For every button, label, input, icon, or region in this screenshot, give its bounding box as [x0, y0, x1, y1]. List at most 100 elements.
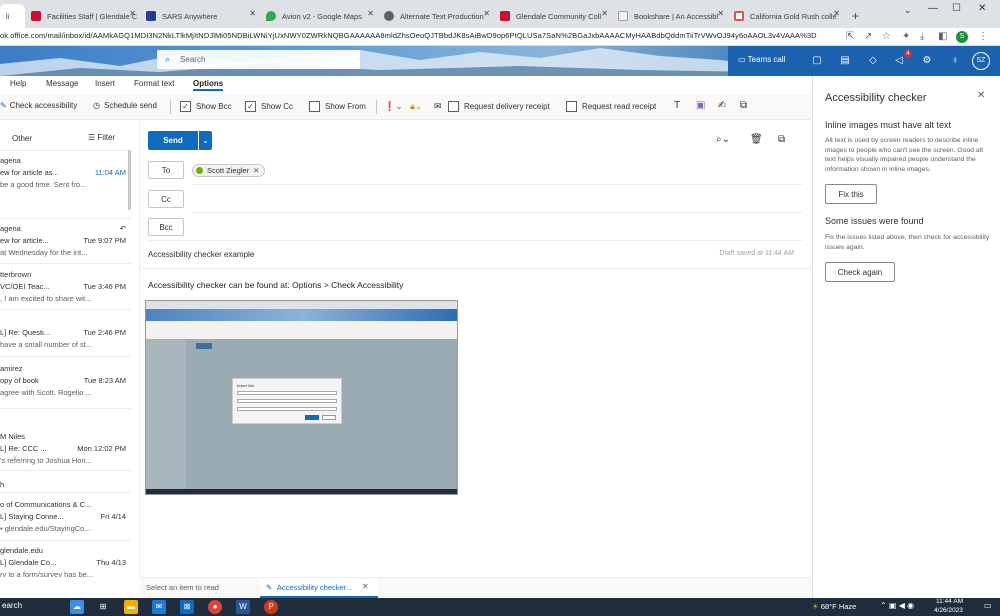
save-icon[interactable]: ▣	[696, 100, 705, 111]
maximize-icon[interactable]: ☐	[952, 3, 961, 14]
bookmark-star-icon[interactable]: ☆	[882, 30, 891, 44]
fix-this-button[interactable]: Fix this	[825, 184, 877, 204]
task-view-icon[interactable]: ⊞	[96, 600, 110, 614]
meet-now-icon[interactable]: ▢	[808, 52, 826, 70]
clock-date[interactable]: 4/26/2023	[934, 607, 963, 614]
browser-tab-maps[interactable]: Avion v2 - Google Maps ✕	[260, 4, 378, 28]
request-delivery-receipt-toggle[interactable]: Request delivery receipt	[448, 101, 550, 112]
filter-button[interactable]: ☰ Filter	[88, 133, 115, 142]
text-format-icon[interactable]: T	[674, 100, 680, 111]
browser-tab-outlook[interactable]: li	[0, 4, 25, 28]
close-tab-icon[interactable]: ✕	[717, 9, 724, 18]
settings-gear-icon[interactable]: ⚙	[918, 52, 936, 70]
browser-menu-icon[interactable]: ⋮	[978, 30, 988, 44]
tray-icons[interactable]: ⌃ ▣ ◀︎ ◉	[880, 601, 914, 610]
subject-field[interactable]: Accessibility checker example	[148, 250, 254, 259]
list-item[interactable]: agena ↶ ew for article... Tue 9:07 PM at…	[0, 224, 132, 268]
show-from-toggle[interactable]: Show From	[309, 101, 366, 112]
close-window-icon[interactable]: ✕	[978, 3, 986, 14]
download-icon[interactable]: ⤓	[920, 30, 924, 44]
recipient-chip[interactable]: Scott Ziegler ✕	[192, 164, 266, 177]
close-tab-icon[interactable]: ✕	[601, 9, 608, 18]
share-icon[interactable]: ⇱	[846, 30, 854, 44]
close-tab-icon[interactable]: ✕	[367, 9, 374, 18]
powerpoint-icon[interactable]: P	[264, 600, 278, 614]
side-panel-icon[interactable]: ◧	[938, 30, 947, 44]
ink-icon[interactable]: ✍	[718, 100, 726, 111]
close-tab-icon[interactable]: ✕	[833, 9, 840, 18]
tab-insert[interactable]: Insert	[95, 79, 115, 88]
request-read-receipt-toggle[interactable]: Request read receipt	[566, 101, 656, 112]
importance-icon[interactable]: ❗⌄	[384, 101, 403, 112]
inline-screenshot-image[interactable]: Insert link	[145, 300, 458, 495]
minimize-icon[interactable]: —	[928, 3, 938, 14]
lightbulb-icon[interactable]: ◇	[864, 52, 882, 70]
clock-time[interactable]: 11:44 AM	[936, 598, 963, 605]
subject: VC/OEI Teac...	[0, 282, 50, 291]
browser-tab-bookshare[interactable]: Bookshare | An Accessibl ✕	[612, 4, 728, 28]
list-item[interactable]: tterbrown VC/OEI Teac... Tue 3:46 PM , I…	[0, 270, 132, 314]
zoom-icon[interactable]: ⌕⌄	[716, 134, 730, 145]
thumb-ok	[305, 415, 319, 420]
cc-button[interactable]: Cc	[148, 190, 184, 208]
sensitivity-lock-icon[interactable]: 🔒︎⌄	[410, 101, 422, 112]
user-avatar[interactable]: SZ	[972, 52, 990, 70]
close-tab-icon[interactable]: ✕	[129, 9, 136, 18]
teams-call-button[interactable]: ▭ Teams call	[738, 55, 785, 64]
word-icon[interactable]: W	[236, 600, 250, 614]
extensions-icon[interactable]: ✦	[902, 30, 910, 44]
bcc-button[interactable]: Bcc	[148, 218, 184, 236]
popout-icon[interactable]: ⧉	[778, 134, 785, 145]
to-button[interactable]: To	[148, 161, 184, 179]
tab-search-icon[interactable]: ⌄	[904, 5, 912, 16]
widgets-icon[interactable]: ☁	[70, 600, 84, 614]
help-lightbulb-icon[interactable]: ♁	[946, 52, 964, 70]
mail-icon[interactable]: ✉	[152, 600, 166, 614]
browser-tab-facilities[interactable]: Facilities Staff | Glendale C ✕	[25, 4, 140, 28]
check-accessibility-button[interactable]: ✎ Check accessibility	[0, 101, 77, 110]
close-panel-icon[interactable]: ✕	[977, 90, 985, 101]
browser-tab-goldrush[interactable]: California Gold Rush colle ✕	[728, 4, 844, 28]
chrome-icon[interactable]: ●	[208, 600, 222, 614]
note-icon[interactable]: ▤	[836, 52, 854, 70]
tab-help[interactable]: Help	[10, 79, 26, 88]
taskbar-search[interactable]: earch	[2, 601, 22, 610]
close-tab-icon[interactable]: ✕	[249, 9, 256, 18]
profile-avatar[interactable]: S	[956, 31, 968, 43]
list-item[interactable]: o of Communications & C... L] Staying Co…	[0, 500, 132, 544]
image-icon[interactable]: ⧉	[740, 100, 747, 111]
other-tab[interactable]: Other	[12, 134, 32, 143]
discard-trash-icon[interactable]: 🗑︎	[750, 134, 763, 145]
envelope-icon[interactable]: ✉	[434, 101, 442, 112]
tab-message[interactable]: Message	[46, 79, 78, 88]
list-item[interactable]: L] Re: Questi... Tue 2:46 PM have a smal…	[0, 328, 132, 358]
weather-widget[interactable]: ☀ 68°F Haze	[812, 602, 856, 611]
store-icon[interactable]: ⊠	[180, 600, 194, 614]
notifications-icon[interactable]: ▭	[984, 601, 992, 610]
show-cc-toggle[interactable]: Show Cc	[245, 101, 293, 112]
select-item-tab[interactable]: Select an item to read	[146, 583, 219, 592]
list-item[interactable]: agena ew for article as... 11:04 AM be a…	[0, 156, 132, 200]
close-draft-icon[interactable]: ✕	[362, 582, 369, 591]
share-page-icon[interactable]: ↗	[864, 30, 872, 44]
browser-tab-alttext[interactable]: Alternate Text Production ✕	[378, 4, 494, 28]
browser-tab-sars[interactable]: SARS Anywhere ✕	[140, 4, 260, 28]
send-options-chevron-icon[interactable]: ⌄	[198, 131, 212, 150]
url-field[interactable]: ok.office.com/mail/inbox/id/AAMkAGQ1MDI3…	[0, 31, 838, 40]
list-item[interactable]: amirez opy of book Tue 8:23 AM agree wit…	[0, 364, 132, 408]
browser-tab-gcc[interactable]: Glendale Community Coll ✕	[494, 4, 612, 28]
draft-tab[interactable]: ✎ Accessibility checker... ✕	[260, 578, 378, 598]
schedule-send-button[interactable]: ◷ Schedule send	[93, 101, 157, 110]
search-box[interactable]: ⌕ Search	[157, 50, 360, 69]
tab-format-text[interactable]: Format text	[134, 79, 174, 88]
send-button[interactable]: Send	[148, 131, 198, 150]
body-text[interactable]: Accessibility checker can be found at: O…	[148, 280, 403, 290]
check-again-button[interactable]: Check again	[825, 262, 895, 282]
file-explorer-icon[interactable]: ▬	[124, 600, 138, 614]
button-label: Check accessibility	[9, 101, 78, 110]
new-tab-button[interactable]: +	[846, 4, 862, 28]
close-tab-icon[interactable]: ✕	[483, 9, 490, 18]
tab-options[interactable]: Options	[193, 79, 224, 91]
show-bcc-toggle[interactable]: Show Bcc	[180, 101, 232, 112]
remove-recipient-icon[interactable]: ✕	[253, 166, 259, 175]
